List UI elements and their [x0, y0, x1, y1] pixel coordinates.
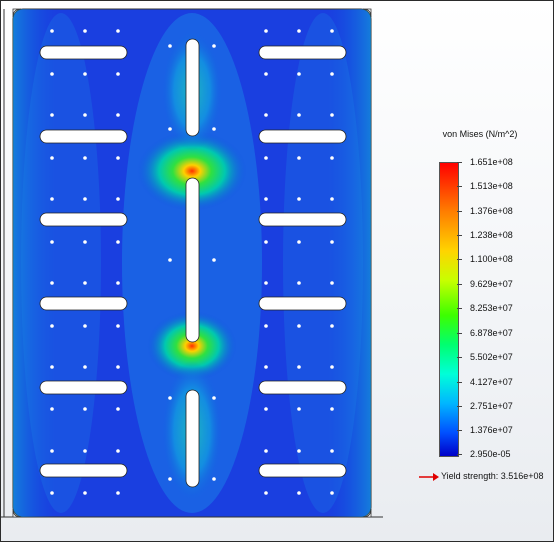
- tick-mark: [457, 406, 462, 407]
- legend-tick: 8.253e+07: [470, 303, 513, 313]
- legend-tick: 1.376e+08: [470, 206, 513, 216]
- slot-right-1: [258, 45, 347, 60]
- slot-left-4: [39, 296, 128, 311]
- slot-center-2: [185, 177, 200, 343]
- tick-mark: [457, 162, 462, 163]
- slot-right-3: [258, 212, 347, 227]
- tick-mark: [457, 259, 462, 260]
- legend-tick: 1.513e+08: [470, 181, 513, 191]
- legend-tick: 2.751e+07: [470, 401, 513, 411]
- yield-strength-indicator: Yield strength: 3.516e+08: [419, 471, 544, 481]
- slot-left-6: [39, 463, 128, 478]
- legend-tick: 1.100e+08: [470, 254, 513, 264]
- slot-left-1: [39, 45, 128, 60]
- slot-left-2: [39, 129, 128, 144]
- slot-center-1: [185, 38, 200, 137]
- tick-mark: [457, 382, 462, 383]
- legend-title: von Mises (N/m^2): [442, 129, 518, 139]
- slot-center-3: [185, 389, 200, 488]
- slot-right-4: [258, 296, 347, 311]
- tick-mark: [457, 308, 462, 309]
- tick-mark: [457, 186, 462, 187]
- legend-tick: 4.127e+07: [470, 377, 513, 387]
- slot-left-5: [39, 380, 128, 395]
- slot-right-5: [258, 380, 347, 395]
- legend-tick: 5.502e+07: [470, 352, 513, 362]
- legend-tick: 9.629e+07: [470, 279, 513, 289]
- color-scale-bar: [439, 162, 459, 457]
- tick-mark: [457, 333, 462, 334]
- tick-mark: [457, 454, 462, 455]
- legend-tick: 1.376e+07: [470, 425, 513, 435]
- slot-right-2: [258, 129, 347, 144]
- tick-mark: [457, 235, 462, 236]
- legend-tick: 1.238e+08: [470, 230, 513, 240]
- tick-mark: [457, 357, 462, 358]
- yield-strength-label: Yield strength: 3.516e+08: [441, 471, 544, 481]
- stress-plot: [1, 8, 383, 518]
- legend-tick: 1.651e+08: [470, 157, 513, 167]
- tick-mark: [457, 211, 462, 212]
- legend-tick: 2.950e-05: [470, 449, 511, 459]
- slot-left-3: [39, 212, 128, 227]
- red-arrow-icon: [419, 472, 439, 481]
- legend-tick: 6.878e+07: [470, 328, 513, 338]
- tick-mark: [457, 430, 462, 431]
- slot-right-6: [258, 463, 347, 478]
- tick-mark: [457, 284, 462, 285]
- screenshot-frame: von Mises (N/m^2) 1.651e+08 1.513e+08 1.…: [0, 0, 554, 542]
